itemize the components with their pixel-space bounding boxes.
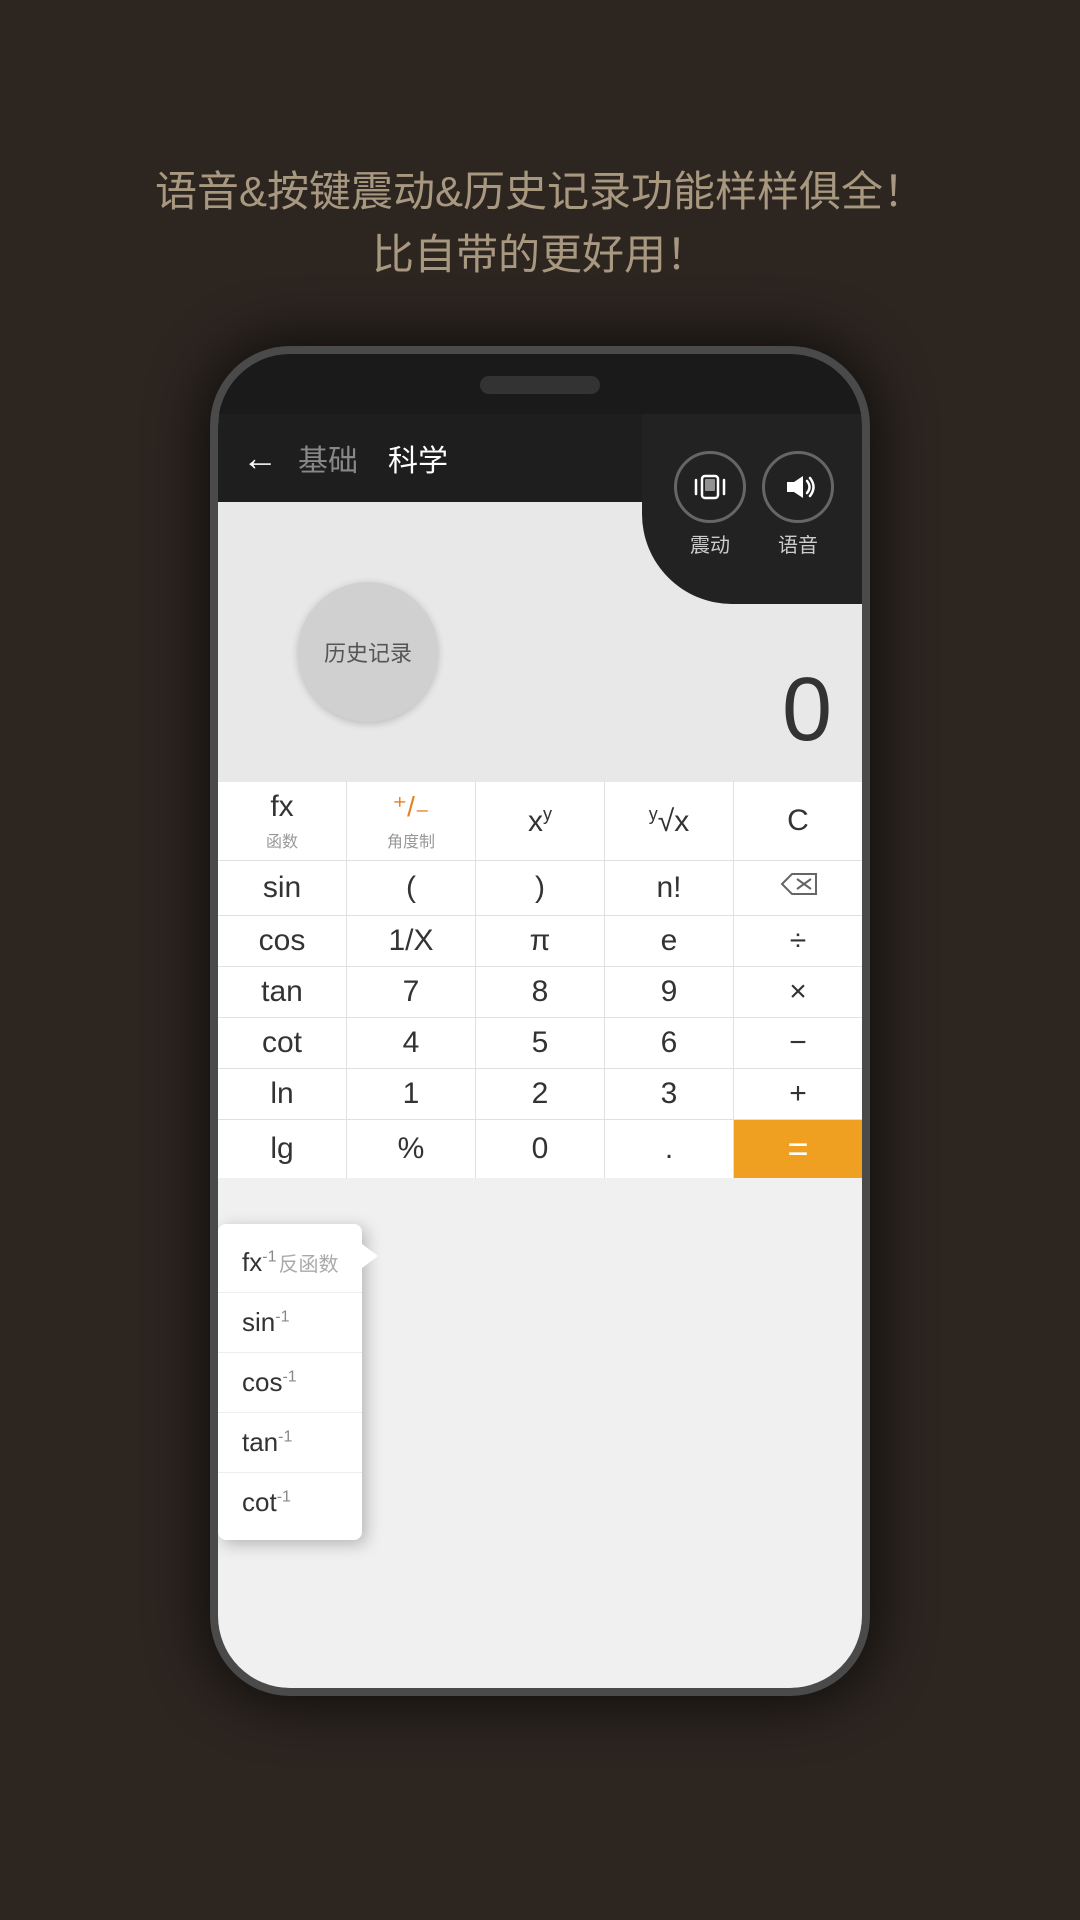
settings-popup: 震动 语音 [642,414,862,604]
key-n_-1-3[interactable]: n! [605,861,734,915]
key-cot-4-0[interactable]: cot [218,1018,347,1068]
nav-tabs: 基础 科学 [298,436,448,480]
key-4-4-1[interactable]: 4 [347,1018,476,1068]
key-7-3-1[interactable]: 7 [347,967,476,1017]
key-e-2-3[interactable]: e [605,916,734,966]
vibrate-button[interactable]: 震动 [674,451,746,558]
tab-science[interactable]: 科学 [388,436,448,480]
tab-basic[interactable]: 基础 [298,436,358,480]
key-_-3-4[interactable]: × [734,967,862,1017]
key-x_-0-2[interactable]: xy [476,782,605,860]
key-9-3-3[interactable]: 9 [605,967,734,1017]
key-1_X-2-1[interactable]: 1/X [347,916,476,966]
key-8-3-2[interactable]: 8 [476,967,605,1017]
keyboard: fx函数⁺/₋角度制xyy√xCsin()n!cos1/Xπe÷tan789×c… [218,782,862,1178]
key-_-6-1[interactable]: % [347,1120,476,1178]
history-button[interactable]: 历史记录 [298,582,438,722]
side-popup-item-fx[interactable]: fx-1反函数 [218,1232,362,1293]
key-fx-0-0[interactable]: fx函数 [218,782,347,860]
key-__x-0-3[interactable]: y√x [605,782,734,860]
key-lg-6-0[interactable]: lg [218,1120,347,1178]
key-_-5-4[interactable]: + [734,1069,862,1119]
side-popup-item-sin[interactable]: sin-1 [218,1293,362,1353]
promo-text: 语音&按键震动&历史记录功能样样俱全！ 比自带的更好用！ [75,160,1005,286]
key-_-1-2[interactable]: ) [476,861,605,915]
key-row-6: lg%0.= [218,1120,862,1178]
vibrate-icon [674,451,746,523]
key-row-3: tan789× [218,967,862,1018]
key-sin-1-0[interactable]: sin [218,861,347,915]
display-value: 0 [782,659,832,762]
inverse-functions-popup: fx-1反函数sin-1cos-1tan-1cot-1 [218,1224,362,1540]
sound-button[interactable]: 语音 [762,451,834,558]
key-_-1-1[interactable]: ( [347,861,476,915]
key-row-0: fx函数⁺/₋角度制xyy√xC [218,782,862,861]
key-_-1-4[interactable] [734,861,862,915]
key-cos-2-0[interactable]: cos [218,916,347,966]
side-popup-item-tan[interactable]: tan-1 [218,1413,362,1473]
key-_-2-2[interactable]: π [476,916,605,966]
phone-frame: ← 基础 科学 震动 [210,346,870,1696]
vibrate-label: 震动 [690,529,730,558]
sound-icon [762,451,834,523]
key-row-2: cos1/Xπe÷ [218,916,862,967]
key-row-1: sin()n! [218,861,862,916]
side-popup-item-cot[interactable]: cot-1 [218,1473,362,1532]
key-row-4: cot456− [218,1018,862,1069]
key-_-4-4[interactable]: − [734,1018,862,1068]
key-___-0-1[interactable]: ⁺/₋角度制 [347,782,476,860]
key-ln-5-0[interactable]: ln [218,1069,347,1119]
key-6-4-3[interactable]: 6 [605,1018,734,1068]
key-3-5-3[interactable]: 3 [605,1069,734,1119]
key-row-5: ln123+ [218,1069,862,1120]
key-_-2-4[interactable]: ÷ [734,916,862,966]
key-1-5-1[interactable]: 1 [347,1069,476,1119]
key-_-6-3[interactable]: . [605,1120,734,1178]
back-button[interactable]: ← [242,437,278,479]
key-tan-3-0[interactable]: tan [218,967,347,1017]
key-_-6-4[interactable]: = [734,1120,862,1178]
key-2-5-2[interactable]: 2 [476,1069,605,1119]
phone-speaker [480,376,600,394]
sound-label: 语音 [778,529,818,558]
key-0-6-2[interactable]: 0 [476,1120,605,1178]
key-C-0-4[interactable]: C [734,782,862,860]
key-5-4-2[interactable]: 5 [476,1018,605,1068]
side-popup-item-cos[interactable]: cos-1 [218,1353,362,1413]
